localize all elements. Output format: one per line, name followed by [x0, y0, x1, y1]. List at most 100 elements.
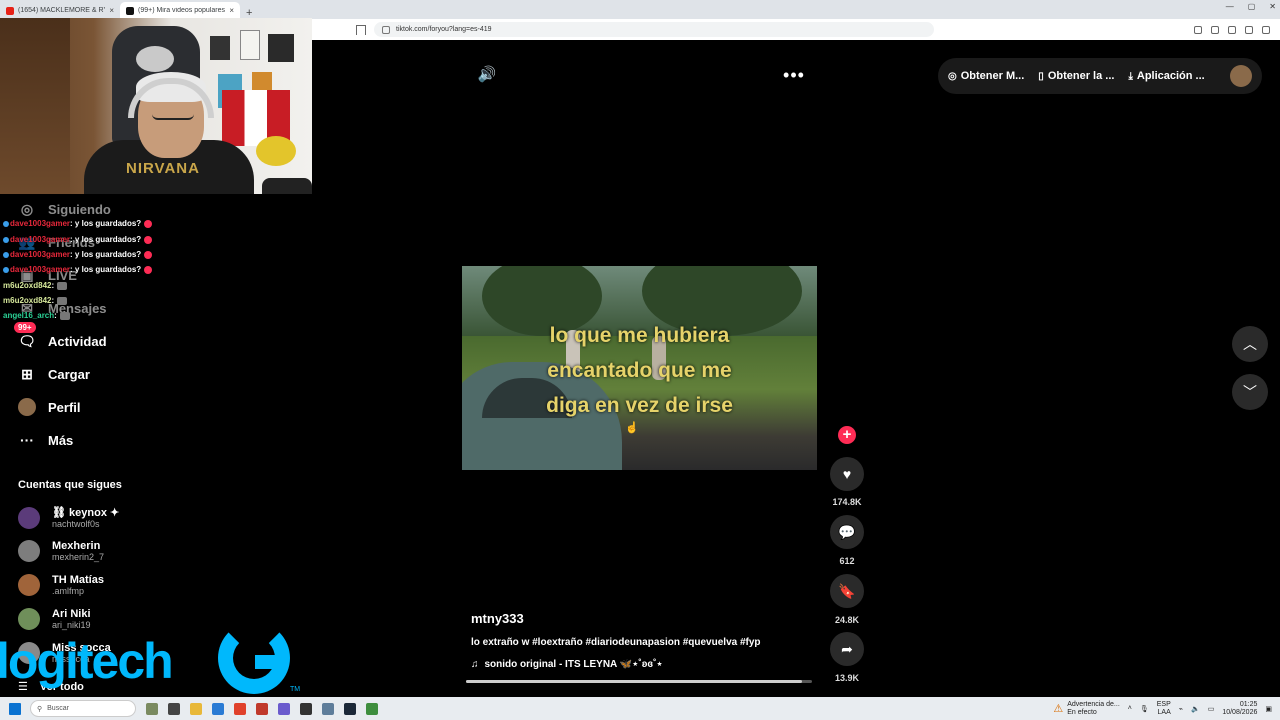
site-info-icon[interactable]: [382, 25, 390, 34]
chat-message: m6u2oxd842:: [3, 281, 68, 290]
store-icon[interactable]: [212, 702, 224, 715]
mouse-cursor-icon: ☝: [625, 422, 639, 434]
emote-icon: [57, 281, 68, 290]
widgets-icon[interactable]: [146, 702, 158, 715]
get-app-button[interactable]: ▯ Obtener la ...: [1038, 70, 1114, 82]
desktop-app-button[interactable]: ⤓ Aplicación ...: [1128, 70, 1204, 82]
task-view-icon[interactable]: [168, 702, 180, 715]
next-video-button[interactable]: ﹀: [1232, 374, 1268, 410]
previous-video-button[interactable]: ︿: [1232, 326, 1268, 362]
taskbar-search[interactable]: ⚲ Buscar: [30, 700, 136, 717]
sidebar-item-mas[interactable]: ··· Más: [18, 431, 73, 449]
browser-tab-active[interactable]: (99+) Mira videos populares ×: [120, 2, 240, 19]
volume-icon[interactable]: 🔊: [476, 64, 498, 86]
video-author[interactable]: mtny333: [471, 611, 524, 626]
close-window-button[interactable]: ✕: [1269, 2, 1276, 11]
get-coins-button[interactable]: ◎ Obtener M...: [948, 70, 1024, 82]
maximize-button[interactable]: ▢: [1248, 2, 1256, 11]
close-icon[interactable]: ×: [109, 6, 114, 15]
system-tray: ⚠ Advertencia de... En efecto ˄ 🎙 ESP LAA …: [1053, 701, 1272, 717]
chat-message: dave1003gamer: y los guardados?: [3, 219, 153, 228]
video-sound[interactable]: ♫ sonido original - ITS LEYNA 🦋⋆˚ʚɞ˚⋆: [471, 659, 663, 670]
save-button[interactable]: 🔖: [830, 574, 864, 608]
chat-user: angel16_arch: [3, 311, 55, 320]
user-avatar[interactable]: [1230, 65, 1252, 87]
avatar: [18, 540, 40, 562]
video-player[interactable]: lo que me hubiera encantado que me diga …: [462, 266, 817, 470]
bookmark-icon[interactable]: [356, 24, 366, 35]
youtube-icon: [6, 6, 14, 15]
file-explorer-icon[interactable]: [190, 702, 202, 715]
caption-line: lo que me hubiera: [549, 324, 730, 347]
github-icon[interactable]: [300, 702, 312, 715]
chevron-up-icon[interactable]: ˄: [1128, 705, 1132, 712]
battery-icon[interactable]: ▭: [1208, 705, 1215, 713]
sidebar-item-siguiendo[interactable]: ◎ Siguiendo: [18, 200, 111, 218]
settings-icon[interactable]: [322, 702, 334, 715]
sidebar-icon[interactable]: [1211, 25, 1219, 34]
notifications-icon[interactable]: ▣: [1265, 705, 1272, 713]
nav-label: Siguiendo: [48, 201, 111, 217]
following-account[interactable]: ⛓ keynox ✦ nachtwolf0s: [18, 506, 119, 529]
cam-toy: [256, 136, 296, 166]
minimize-button[interactable]: —: [1226, 2, 1234, 11]
account-handle: mexherin2_7: [52, 552, 105, 562]
like-button[interactable]: ♥: [830, 457, 864, 491]
follow-button[interactable]: +: [838, 426, 856, 444]
browser-toolbar: [1194, 25, 1270, 34]
date: 10/08/2026: [1222, 708, 1258, 716]
glasses: [152, 110, 194, 120]
minecraft-icon[interactable]: [366, 702, 378, 715]
sidebar-item-cargar[interactable]: ⊞ Cargar: [18, 365, 90, 383]
more-icon: ···: [20, 432, 34, 448]
microphone-icon[interactable]: 🎙: [1140, 705, 1149, 713]
windows-start-icon[interactable]: [9, 702, 21, 715]
tiktok-icon: [126, 6, 134, 15]
wallet-icon[interactable]: [1228, 25, 1236, 34]
following-accounts-title: Cuentas que sigues: [18, 479, 122, 491]
trademark: TM: [290, 686, 301, 693]
chat-user: dave1003gamer: [10, 250, 71, 259]
sidebar-item-actividad[interactable]: 🗨 99+ Actividad: [14, 322, 107, 350]
close-icon[interactable]: ×: [229, 6, 234, 15]
nav-label: Más: [48, 432, 74, 448]
nav-label: Actividad: [48, 333, 107, 349]
url-field[interactable]: tiktok.com/foryou?lang=es-419: [374, 22, 934, 37]
download-icon: ⤓: [1128, 70, 1133, 82]
save-count: 24.8K: [834, 615, 860, 625]
language-indicator[interactable]: ESP LAA: [1157, 701, 1171, 717]
security-warning[interactable]: ⚠ Advertencia de... En efecto: [1053, 701, 1119, 717]
chat-user: dave1003gamer: [10, 265, 71, 274]
logitech-g-logo: [218, 622, 290, 694]
warning-title: Advertencia de...: [1067, 700, 1120, 708]
account-handle: .amlfmp: [52, 586, 85, 596]
time: 01:25: [1239, 700, 1258, 708]
sidebar-item-perfil[interactable]: Perfil: [18, 398, 81, 416]
video-progress-bar[interactable]: [466, 680, 812, 683]
following-account[interactable]: Mexherin mexherin2_7: [18, 540, 104, 562]
share-icon: ➦: [841, 640, 853, 657]
share-button[interactable]: ➦: [830, 632, 864, 666]
obs-icon[interactable]: [256, 702, 268, 715]
following-account[interactable]: TH Matías .amlfmp: [18, 574, 104, 596]
browser-tabstrip: (1654) MACKLEMORE & RYAN LEWI × (99+) Mi…: [0, 0, 1280, 19]
browser-tab[interactable]: (1654) MACKLEMORE & RYAN LEWI ×: [0, 2, 120, 19]
extension-icon[interactable]: [1194, 25, 1202, 34]
comment-button[interactable]: 💬: [830, 515, 864, 549]
speaker-icon[interactable]: 🔈: [1191, 705, 1200, 713]
chat-user: m6u2oxd842: [3, 296, 52, 305]
more-options-icon[interactable]: •••: [782, 64, 806, 86]
menu-icon[interactable]: [1262, 25, 1270, 34]
steam-icon[interactable]: [344, 702, 356, 715]
network-icon[interactable]: ⌁: [1179, 705, 1183, 713]
chat-text: : y los guardados?: [70, 250, 142, 259]
brave-icon[interactable]: [234, 702, 246, 715]
video-description: lo extraño w #loextraño #diariodeunapasi…: [471, 637, 761, 648]
coin-icon: ◎: [948, 70, 957, 82]
microphone: [262, 178, 312, 194]
clock[interactable]: 01:25 10/08/2026: [1222, 701, 1257, 717]
profile-icon: [18, 398, 36, 416]
logitech-watermark: logitech TM: [0, 618, 310, 698]
vpn-icon[interactable]: [1245, 25, 1253, 34]
discord-icon[interactable]: [278, 702, 290, 715]
